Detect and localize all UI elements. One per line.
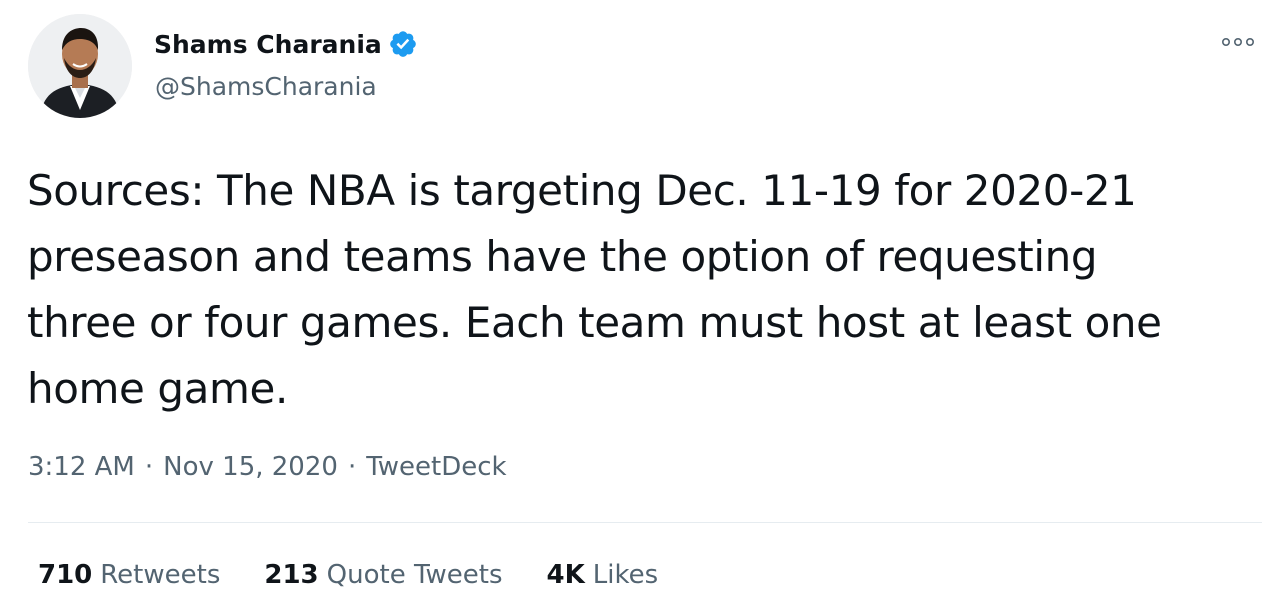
quote-tweets-stat[interactable]: 213 Quote Tweets bbox=[264, 560, 502, 590]
retweets-count: 710 bbox=[38, 560, 93, 590]
tweet-time[interactable]: 3:12 AM bbox=[28, 452, 135, 482]
quote-tweets-count: 213 bbox=[264, 560, 319, 590]
tweet-card: Shams Charania @ShamsCharania Sources: T… bbox=[0, 0, 1282, 616]
divider bbox=[28, 522, 1262, 523]
tweet-date[interactable]: Nov 15, 2020 bbox=[163, 452, 338, 482]
author-name-row: Shams Charania bbox=[154, 26, 418, 62]
meta-separator: · bbox=[144, 452, 154, 482]
author-handle[interactable]: @ShamsCharania bbox=[155, 72, 377, 101]
tweet-stats: 710 Retweets 213 Quote Tweets 4K Likes bbox=[38, 560, 702, 590]
retweets-label: Retweets bbox=[100, 560, 221, 590]
profile-avatar[interactable] bbox=[28, 14, 132, 118]
more-options-icon[interactable] bbox=[1218, 32, 1258, 52]
tweet-text: Sources: The NBA is targeting Dec. 11-19… bbox=[27, 166, 1162, 413]
retweets-stat[interactable]: 710 Retweets bbox=[38, 560, 220, 590]
avatar-image bbox=[28, 14, 132, 118]
tweet-source[interactable]: TweetDeck bbox=[366, 452, 506, 482]
likes-stat[interactable]: 4K Likes bbox=[547, 560, 659, 590]
likes-label: Likes bbox=[592, 560, 659, 590]
quote-tweets-label: Quote Tweets bbox=[326, 560, 503, 590]
tweet-metadata: 3:12 AM · Nov 15, 2020 · TweetDeck bbox=[28, 452, 507, 482]
author-display-name[interactable]: Shams Charania bbox=[154, 30, 382, 59]
verified-badge-icon bbox=[388, 29, 418, 59]
likes-count: 4K bbox=[546, 560, 585, 590]
meta-separator: · bbox=[347, 452, 357, 482]
